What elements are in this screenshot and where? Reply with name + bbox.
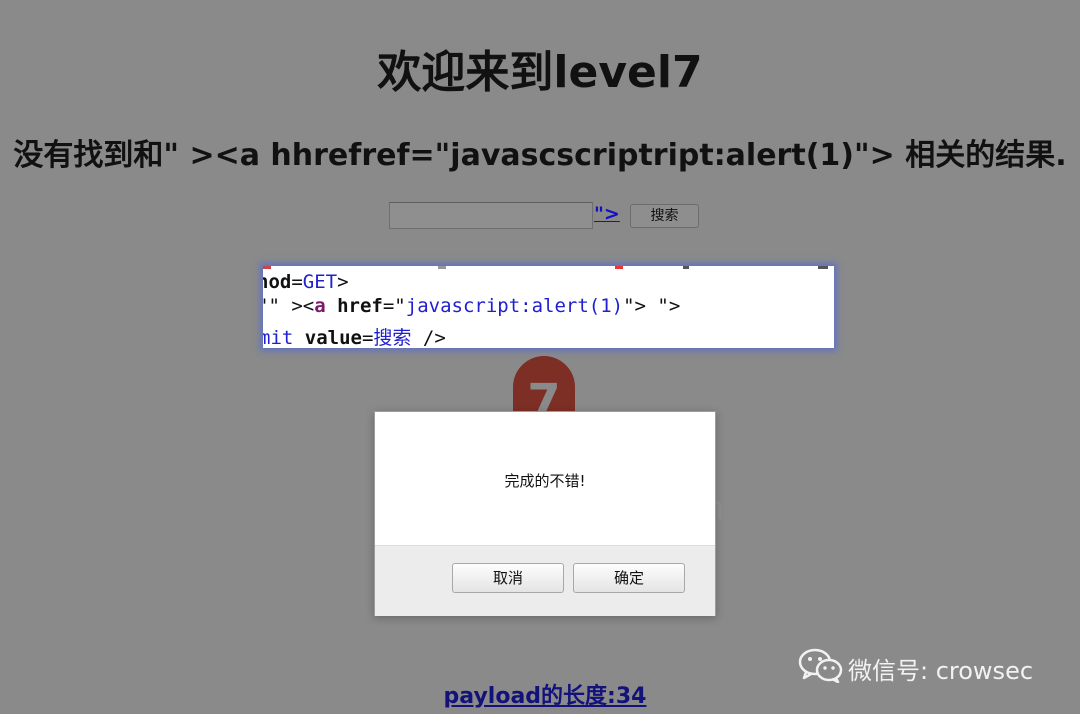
code-value: 搜索 (373, 327, 412, 348)
wechat-id-text: 微信号: crowsec (848, 657, 1034, 685)
search-input[interactable] (389, 202, 593, 229)
code-punct: "> "> (623, 295, 681, 317)
alert-dialog: 完成的不错! 取消 确定 (374, 411, 716, 616)
code-top-cutoff (263, 266, 828, 269)
code-attr: hod (263, 271, 292, 293)
code-operator: = (291, 271, 303, 293)
code-punct: > (337, 271, 349, 293)
code-line-injection: "" ><a href="javascript:alert(1)"> "> (263, 295, 680, 317)
injected-link[interactable]: "> (594, 203, 620, 225)
search-result-message: 没有找到和" ><a hhrefref="javascscriptript:al… (13, 138, 1067, 173)
code-operator: = (361, 327, 374, 348)
code-punct: "" >< (263, 295, 315, 317)
wechat-icon (798, 648, 843, 683)
code-operator: =" (382, 295, 406, 317)
ok-button[interactable]: 确定 (573, 563, 685, 593)
source-code-screenshot: hod=GET> "" ><a href="javascript:alert(1… (263, 266, 834, 348)
page: 欢迎来到level7 没有找到和" ><a hhrefref="javascsc… (0, 0, 1080, 714)
code-value: GET (302, 271, 338, 293)
search-button[interactable]: 搜索 (630, 204, 699, 228)
code-line-method: hod=GET> (263, 271, 349, 293)
code-punct: /> (411, 327, 446, 348)
cancel-button[interactable]: 取消 (452, 563, 564, 593)
dialog-message: 完成的不错! (504, 472, 586, 490)
page-title: 欢迎来到level7 (377, 47, 703, 98)
code-line-submit: mit value=搜索 /> (263, 323, 446, 348)
code-attr: value (293, 327, 362, 348)
code-tag: a (314, 295, 326, 317)
code-attr: href (325, 295, 383, 317)
code-value: mit (263, 327, 294, 348)
code-value: javascript:alert(1) (405, 295, 624, 317)
